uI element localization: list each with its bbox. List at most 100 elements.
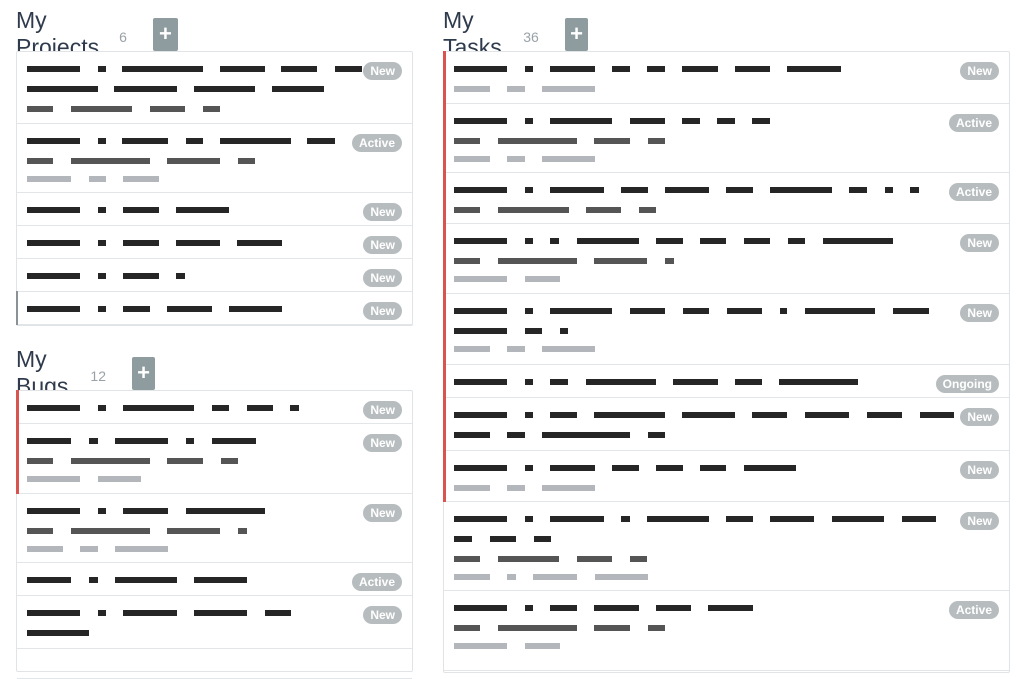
text-placeholder xyxy=(647,516,709,522)
status-badge: New xyxy=(960,304,999,322)
text-placeholder xyxy=(752,118,770,124)
bugs-item[interactable]: New xyxy=(17,494,412,563)
text-placeholder xyxy=(849,187,867,193)
tasks-item[interactable]: New xyxy=(443,397,1009,451)
tasks-item[interactable]: New xyxy=(443,223,1009,294)
text-placeholder xyxy=(123,508,168,514)
text-placeholder xyxy=(454,465,507,471)
projects-item[interactable]: New xyxy=(17,259,412,292)
tasks-item[interactable]: Active xyxy=(444,591,1009,671)
add-task-button[interactable]: + xyxy=(564,17,589,51)
text-placeholder xyxy=(454,412,507,418)
text-placeholder xyxy=(186,138,203,144)
text-placeholder xyxy=(454,207,480,213)
text-placeholder xyxy=(454,574,490,580)
tasks-item[interactable]: New xyxy=(443,450,1009,502)
tasks-item[interactable]: New xyxy=(443,51,1009,104)
text-placeholder xyxy=(656,465,683,471)
text-placeholder xyxy=(247,405,273,411)
text-placeholder xyxy=(335,66,362,72)
status-badge: New xyxy=(960,62,999,80)
text-placeholder xyxy=(114,86,177,92)
text-placeholder xyxy=(176,207,229,213)
text-placeholder xyxy=(542,432,630,438)
tasks-item[interactable]: New xyxy=(444,502,1009,591)
text-placeholder xyxy=(98,207,106,213)
projects-item[interactable]: New xyxy=(16,291,412,325)
tasks-item[interactable]: Active xyxy=(443,103,1009,173)
text-placeholder xyxy=(752,412,787,418)
tasks-item[interactable]: Ongoing xyxy=(443,364,1009,398)
status-badge: New xyxy=(960,512,999,530)
status-badge: New xyxy=(363,302,402,320)
text-placeholder xyxy=(525,412,533,418)
projects-item[interactable]: New xyxy=(17,52,412,124)
text-placeholder xyxy=(498,138,577,144)
add-project-button[interactable]: + xyxy=(152,17,178,51)
bugs-item[interactable]: New xyxy=(16,390,412,424)
add-bug-button[interactable]: + xyxy=(131,356,155,390)
projects-item[interactable]: New xyxy=(17,193,412,226)
text-placeholder xyxy=(656,238,683,244)
tasks-item[interactable]: Active xyxy=(443,172,1009,224)
text-placeholder xyxy=(717,118,735,124)
text-placeholder xyxy=(550,516,604,522)
text-placeholder xyxy=(290,405,299,411)
text-placeholder xyxy=(176,240,220,246)
text-placeholder xyxy=(454,156,490,162)
text-placeholder xyxy=(726,516,753,522)
text-placeholder xyxy=(454,138,480,144)
text-placeholder xyxy=(586,379,656,385)
text-placeholder xyxy=(525,66,533,72)
projects-list: New Active New New New New xyxy=(16,51,413,326)
text-placeholder xyxy=(454,308,507,314)
projects-item[interactable]: Active xyxy=(17,124,412,193)
text-placeholder xyxy=(648,432,665,438)
bugs-item[interactable]: New xyxy=(16,423,412,494)
text-placeholder xyxy=(726,187,753,193)
text-placeholder xyxy=(621,187,648,193)
text-placeholder xyxy=(542,346,595,352)
bugs-item[interactable]: Active xyxy=(17,563,412,596)
text-placeholder xyxy=(735,66,770,72)
text-placeholder xyxy=(27,176,71,182)
status-badge: New xyxy=(363,203,402,221)
text-placeholder xyxy=(98,476,141,482)
tasks-list: New Active Active New New Ongoing New New New Act… xyxy=(443,51,1010,673)
text-placeholder xyxy=(577,556,612,562)
status-badge: Active xyxy=(351,573,402,591)
text-placeholder xyxy=(454,556,480,562)
text-placeholder xyxy=(203,106,220,112)
status-badge: New xyxy=(363,236,402,254)
text-placeholder xyxy=(454,86,490,92)
text-placeholder xyxy=(550,118,612,124)
tasks-item[interactable]: New xyxy=(443,293,1009,365)
text-placeholder xyxy=(27,438,71,444)
text-placeholder xyxy=(630,118,665,124)
text-placeholder xyxy=(832,516,884,522)
status-badge: Ongoing xyxy=(935,375,999,393)
text-placeholder xyxy=(525,605,533,611)
text-placeholder xyxy=(454,346,490,352)
projects-item[interactable]: New xyxy=(17,226,412,259)
text-placeholder xyxy=(212,405,229,411)
text-placeholder xyxy=(307,138,335,144)
bugs-item[interactable] xyxy=(17,649,412,679)
status-badge: Active xyxy=(351,134,402,152)
text-placeholder xyxy=(682,412,735,418)
text-placeholder xyxy=(507,432,525,438)
text-placeholder xyxy=(770,516,814,522)
text-placeholder xyxy=(525,308,533,314)
text-placeholder xyxy=(920,412,954,418)
text-placeholder xyxy=(27,546,63,552)
text-placeholder xyxy=(176,273,185,279)
text-placeholder xyxy=(550,238,559,244)
bugs-item[interactable]: New xyxy=(17,596,412,649)
text-placeholder xyxy=(454,605,507,611)
text-placeholder xyxy=(454,643,507,649)
text-placeholder xyxy=(27,405,80,411)
text-placeholder xyxy=(194,610,247,616)
text-placeholder xyxy=(525,118,533,124)
text-placeholder xyxy=(265,610,291,616)
text-placeholder xyxy=(647,66,665,72)
